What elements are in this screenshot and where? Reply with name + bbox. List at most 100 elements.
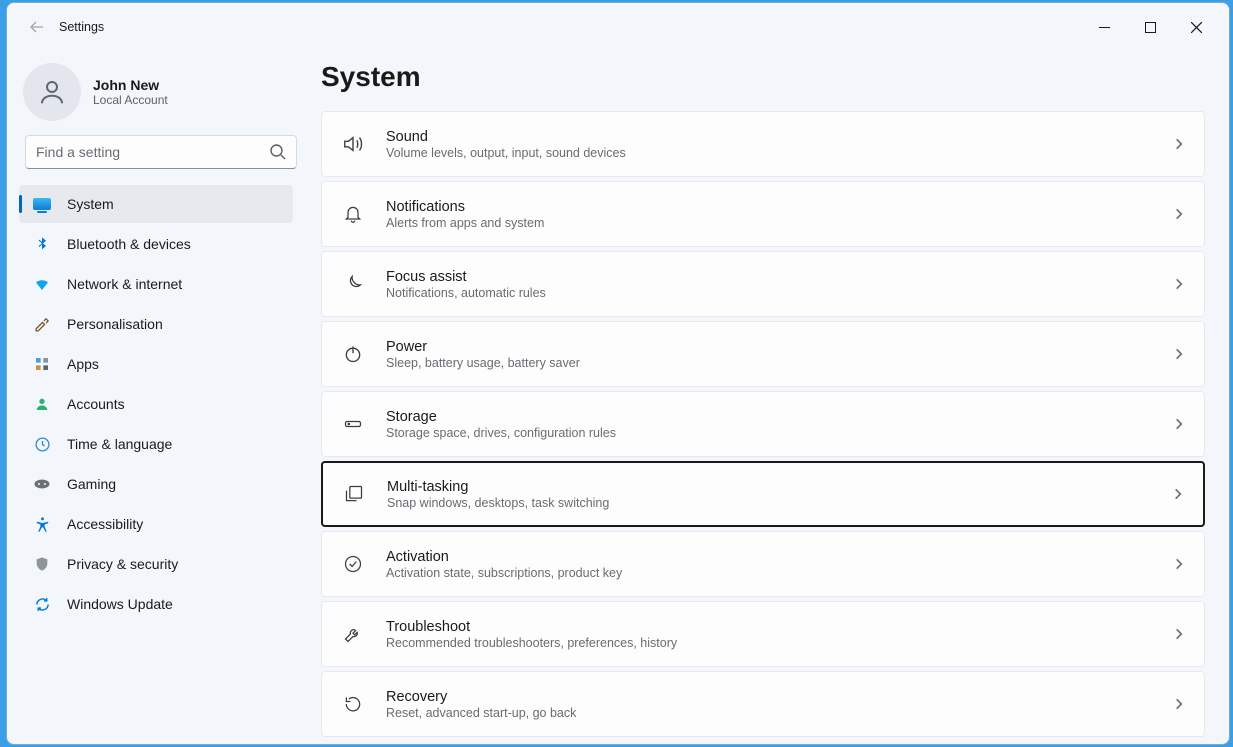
card-text: Multi-tasking Snap windows, desktops, ta… [387, 479, 1171, 510]
bell-icon [342, 203, 364, 225]
maximize-icon [1145, 22, 1156, 33]
search-input[interactable] [25, 135, 297, 169]
card-subtitle: Recommended troubleshooters, preferences… [386, 636, 1172, 650]
card-notifications[interactable]: Notifications Alerts from apps and syste… [321, 181, 1205, 247]
card-sound[interactable]: Sound Volume levels, output, input, soun… [321, 111, 1205, 177]
body: John New Local Account System Bluetooth … [7, 51, 1229, 744]
chevron-right-icon [1172, 417, 1186, 431]
nav-label: Network & internet [67, 276, 182, 292]
wrench-icon [342, 623, 364, 645]
card-troubleshoot[interactable]: Troubleshoot Recommended troubleshooters… [321, 601, 1205, 667]
nav-item-accessibility[interactable]: Accessibility [19, 505, 293, 543]
card-storage[interactable]: Storage Storage space, drives, configura… [321, 391, 1205, 457]
card-title: Notifications [386, 199, 1172, 215]
maximize-button[interactable] [1127, 11, 1173, 43]
chevron-right-icon [1172, 347, 1186, 361]
card-subtitle: Alerts from apps and system [386, 216, 1172, 230]
card-title: Power [386, 339, 1172, 355]
nav-item-system[interactable]: System [19, 185, 293, 223]
check-circle-icon [342, 553, 364, 575]
person-icon [37, 77, 67, 107]
search-icon [269, 143, 287, 161]
main-panel: System Sound Volume levels, output, inpu… [315, 51, 1229, 744]
nav-label: Bluetooth & devices [67, 236, 191, 252]
settings-window: Settings John New Local Account [6, 2, 1230, 745]
nav-item-accounts[interactable]: Accounts [19, 385, 293, 423]
card-text: Sound Volume levels, output, input, soun… [386, 129, 1172, 160]
nav-label: Gaming [67, 476, 116, 492]
card-title: Storage [386, 409, 1172, 425]
nav-label: System [67, 196, 114, 212]
card-text: Storage Storage space, drives, configura… [386, 409, 1172, 440]
card-title: Sound [386, 129, 1172, 145]
avatar [23, 63, 81, 121]
card-activation[interactable]: Activation Activation state, subscriptio… [321, 531, 1205, 597]
chevron-right-icon [1172, 277, 1186, 291]
moon-icon [342, 273, 364, 295]
nav-item-time[interactable]: Time & language [19, 425, 293, 463]
arrow-left-icon [29, 19, 45, 35]
card-subtitle: Notifications, automatic rules [386, 286, 1172, 300]
shield-icon [33, 555, 51, 573]
profile-subtitle: Local Account [93, 93, 168, 107]
chevron-right-icon [1172, 207, 1186, 221]
nav-item-bluetooth[interactable]: Bluetooth & devices [19, 225, 293, 263]
nav-label: Time & language [67, 436, 172, 452]
minimize-button[interactable] [1081, 11, 1127, 43]
recovery-icon [342, 693, 364, 715]
card-title: Recovery [386, 689, 1172, 705]
apps-icon [33, 355, 51, 373]
card-title: Multi-tasking [387, 479, 1171, 495]
card-power[interactable]: Power Sleep, battery usage, battery save… [321, 321, 1205, 387]
paintbrush-icon [33, 315, 51, 333]
close-button[interactable] [1173, 11, 1219, 43]
back-button[interactable] [21, 11, 53, 43]
nav: System Bluetooth & devices Network & int… [19, 185, 315, 623]
wifi-icon [33, 275, 51, 293]
settings-list: Sound Volume levels, output, input, soun… [321, 111, 1205, 744]
sidebar: John New Local Account System Bluetooth … [7, 51, 315, 744]
card-subtitle: Storage space, drives, configuration rul… [386, 426, 1172, 440]
card-text: Troubleshoot Recommended troubleshooters… [386, 619, 1172, 650]
minimize-icon [1099, 22, 1110, 33]
gaming-icon [33, 475, 51, 493]
card-text: Power Sleep, battery usage, battery save… [386, 339, 1172, 370]
nav-item-gaming[interactable]: Gaming [19, 465, 293, 503]
profile-block[interactable]: John New Local Account [19, 61, 315, 135]
card-subtitle: Snap windows, desktops, task switching [387, 496, 1171, 510]
profile-text: John New Local Account [93, 77, 168, 107]
nav-item-personalisation[interactable]: Personalisation [19, 305, 293, 343]
nav-label: Personalisation [67, 316, 163, 332]
card-title: Focus assist [386, 269, 1172, 285]
multitasking-icon [343, 483, 365, 505]
system-icon [33, 195, 51, 213]
search-wrap [19, 135, 315, 185]
sound-icon [342, 133, 364, 155]
nav-item-network[interactable]: Network & internet [19, 265, 293, 303]
nav-label: Apps [67, 356, 99, 372]
card-title: Activation [386, 549, 1172, 565]
card-multitasking[interactable]: Multi-tasking Snap windows, desktops, ta… [321, 461, 1205, 527]
bluetooth-icon [33, 235, 51, 253]
nav-label: Accessibility [67, 516, 143, 532]
card-text: Focus assist Notifications, automatic ru… [386, 269, 1172, 300]
chevron-right-icon [1171, 487, 1185, 501]
card-text: Notifications Alerts from apps and syste… [386, 199, 1172, 230]
nav-label: Accounts [67, 396, 125, 412]
card-focus-assist[interactable]: Focus assist Notifications, automatic ru… [321, 251, 1205, 317]
card-subtitle: Reset, advanced start-up, go back [386, 706, 1172, 720]
power-icon [342, 343, 364, 365]
window-controls [1081, 11, 1219, 43]
close-icon [1191, 22, 1202, 33]
nav-label: Windows Update [67, 596, 173, 612]
clock-icon [33, 435, 51, 453]
nav-item-apps[interactable]: Apps [19, 345, 293, 383]
card-recovery[interactable]: Recovery Reset, advanced start-up, go ba… [321, 671, 1205, 737]
card-text: Activation Activation state, subscriptio… [386, 549, 1172, 580]
nav-item-update[interactable]: Windows Update [19, 585, 293, 623]
accounts-icon [33, 395, 51, 413]
accessibility-icon [33, 515, 51, 533]
card-subtitle: Volume levels, output, input, sound devi… [386, 146, 1172, 160]
nav-item-privacy[interactable]: Privacy & security [19, 545, 293, 583]
chevron-right-icon [1172, 697, 1186, 711]
